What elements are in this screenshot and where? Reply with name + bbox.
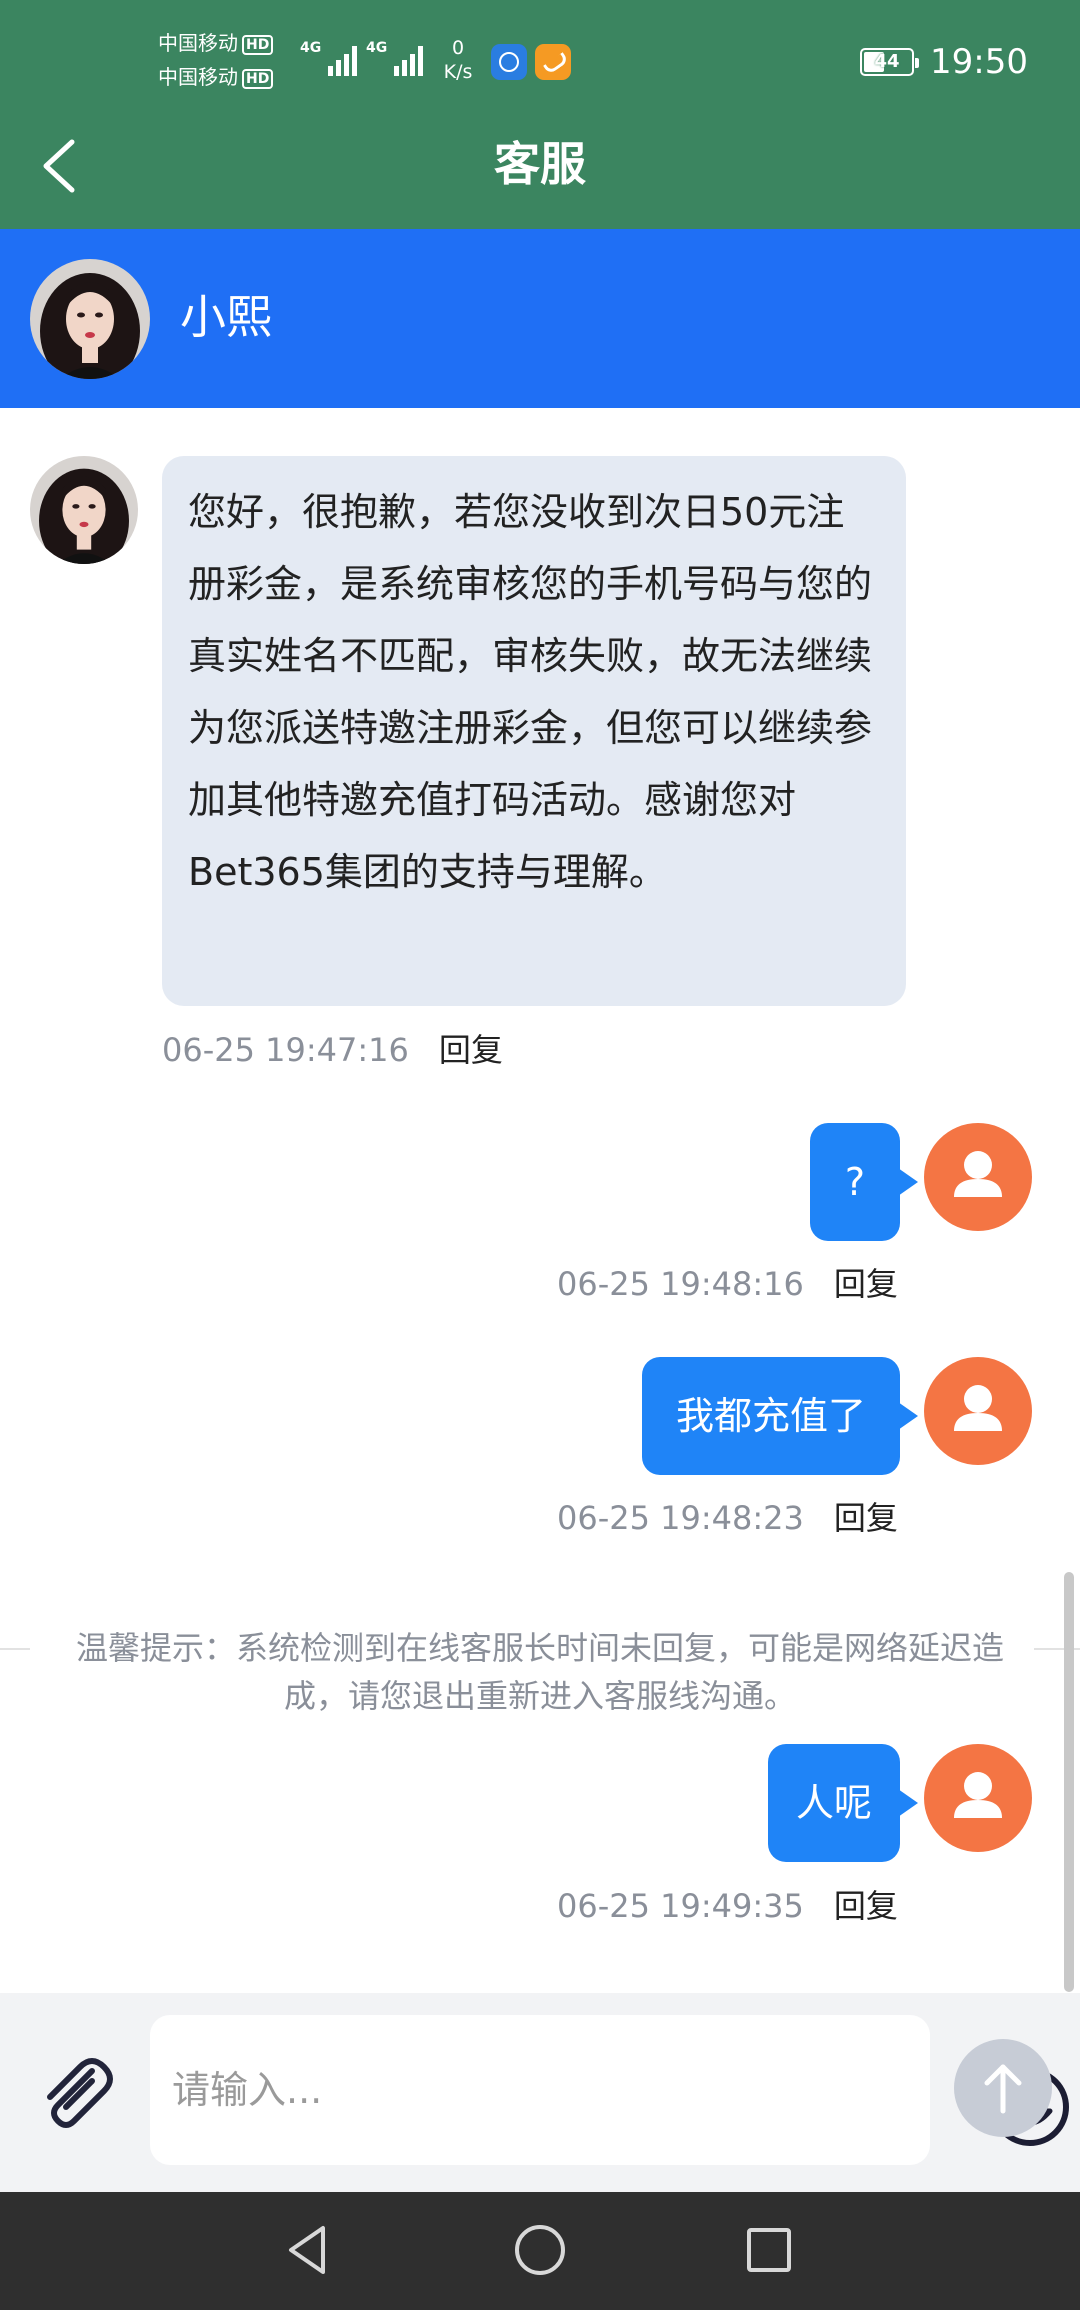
system-nav-bar: [0, 2192, 1080, 2310]
system-notice-text: 温馨提示：系统检测到在线客服长时间未回复，可能是网络延迟造成，请您退出重新进入客…: [76, 1629, 1005, 1715]
agent-message-bubble[interactable]: 您好，很抱歉，若您没收到次日50元注册彩金，是系统审核您的手机号码与您的真实姓名…: [162, 456, 906, 1006]
message-time: 06-25 19:48:23: [557, 1499, 804, 1537]
signal-icon: 4G: [300, 36, 360, 80]
user-icon: [954, 1772, 1002, 1818]
divider: [0, 1648, 30, 1650]
message-time: 06-25 19:49:35: [557, 1887, 804, 1925]
reply-button[interactable]: 回复: [834, 1887, 898, 1925]
user-icon: [954, 1385, 1002, 1431]
hd-badge-2: HD: [242, 68, 274, 89]
user-avatar[interactable]: [924, 1123, 1032, 1231]
page-title: 客服: [494, 137, 586, 191]
carrier-2-label: 中国移动: [158, 65, 238, 89]
notification-app-icon: [535, 44, 571, 80]
reply-button[interactable]: 回复: [834, 1265, 898, 1303]
message-list[interactable]: 您好，很抱歉，若您没收到次日50元注册彩金，是系统审核您的手机号码与您的真实姓名…: [0, 408, 1080, 1993]
carrier-1: 中国移动 HD: [158, 31, 274, 55]
agent-message-meta: 06-25 19:47:16 回复: [162, 1030, 503, 1070]
triangle-back-icon: [289, 2226, 325, 2274]
user-message-bubble[interactable]: 我都充值了: [642, 1357, 918, 1475]
network-speed: 0 K/s: [434, 36, 482, 84]
speed-value: 0: [451, 37, 465, 59]
scrollbar[interactable]: [1064, 1572, 1074, 1992]
browser-app-icon: [491, 44, 527, 80]
circle-home-icon: [515, 2225, 565, 2275]
reply-button[interactable]: 回复: [439, 1031, 503, 1069]
network-type-2: 4G: [366, 40, 388, 56]
message-input[interactable]: [172, 2055, 772, 2125]
user-avatar[interactable]: [924, 1357, 1032, 1465]
message-input-box[interactable]: [150, 2015, 1069, 2165]
message-time: 06-25 19:48:16: [557, 1265, 804, 1303]
message-time: 06-25 19:47:16: [162, 1031, 409, 1069]
user-message-text: 人呢: [795, 1781, 872, 1825]
status-bar: 中国移动 HD 中国移动 HD 4G 4G 0 K/s 44 19:50: [0, 0, 1080, 120]
speed-unit: K/s: [443, 61, 473, 83]
chat-screen: 中国移动 HD 中国移动 HD 4G 4G 0 K/s 44 19:50 客服 …: [0, 0, 1080, 2310]
top-bar: 中国移动 HD 中国移动 HD 4G 4G 0 K/s 44 19:50 客服: [0, 0, 1080, 229]
agent-avatar[interactable]: [30, 259, 150, 379]
user-message-meta: 06-25 19:48:16 回复: [557, 1264, 898, 1304]
square-recents-icon: [747, 2228, 791, 2272]
user-message-bubble[interactable]: 人呢: [768, 1744, 918, 1862]
user-message-text: ?: [844, 1160, 866, 1204]
status-time: 19:50: [930, 42, 1028, 82]
user-message-bubble[interactable]: ?: [810, 1123, 918, 1241]
nav-recents-button[interactable]: [739, 2220, 799, 2280]
agent-message-text: 您好，很抱歉，若您没收到次日50元注册彩金，是系统审核您的手机号码与您的真实姓名…: [188, 490, 873, 894]
nav-home-button[interactable]: [510, 2220, 570, 2280]
nav-back-button[interactable]: [279, 2220, 339, 2280]
user-message-meta: 06-25 19:48:23 回复: [557, 1498, 898, 1538]
reply-button[interactable]: 回复: [834, 1499, 898, 1537]
attach-button[interactable]: [34, 2051, 116, 2133]
user-icon: [954, 1151, 1002, 1197]
agent-message-avatar[interactable]: [30, 456, 138, 564]
user-message-meta: 06-25 19:49:35 回复: [557, 1886, 898, 1926]
carrier-1-label: 中国移动: [158, 31, 238, 55]
signal-icon-2: 4G: [366, 36, 426, 80]
send-button[interactable]: [954, 2039, 1052, 2137]
agent-name: 小熙: [180, 290, 272, 344]
user-avatar[interactable]: [924, 1744, 1032, 1852]
hd-badge-1: HD: [242, 34, 274, 55]
network-type-1: 4G: [300, 40, 322, 56]
battery-text: 44: [874, 51, 900, 72]
carrier-2: 中国移动 HD: [158, 65, 274, 89]
battery-icon: 44: [860, 48, 919, 76]
arrow-up-icon: [984, 2064, 1022, 2114]
agent-header: 小熙: [0, 229, 1080, 408]
input-bar: [0, 1993, 1080, 2192]
paperclip-icon: [47, 2058, 113, 2128]
user-message-text: 我都充值了: [675, 1394, 866, 1438]
